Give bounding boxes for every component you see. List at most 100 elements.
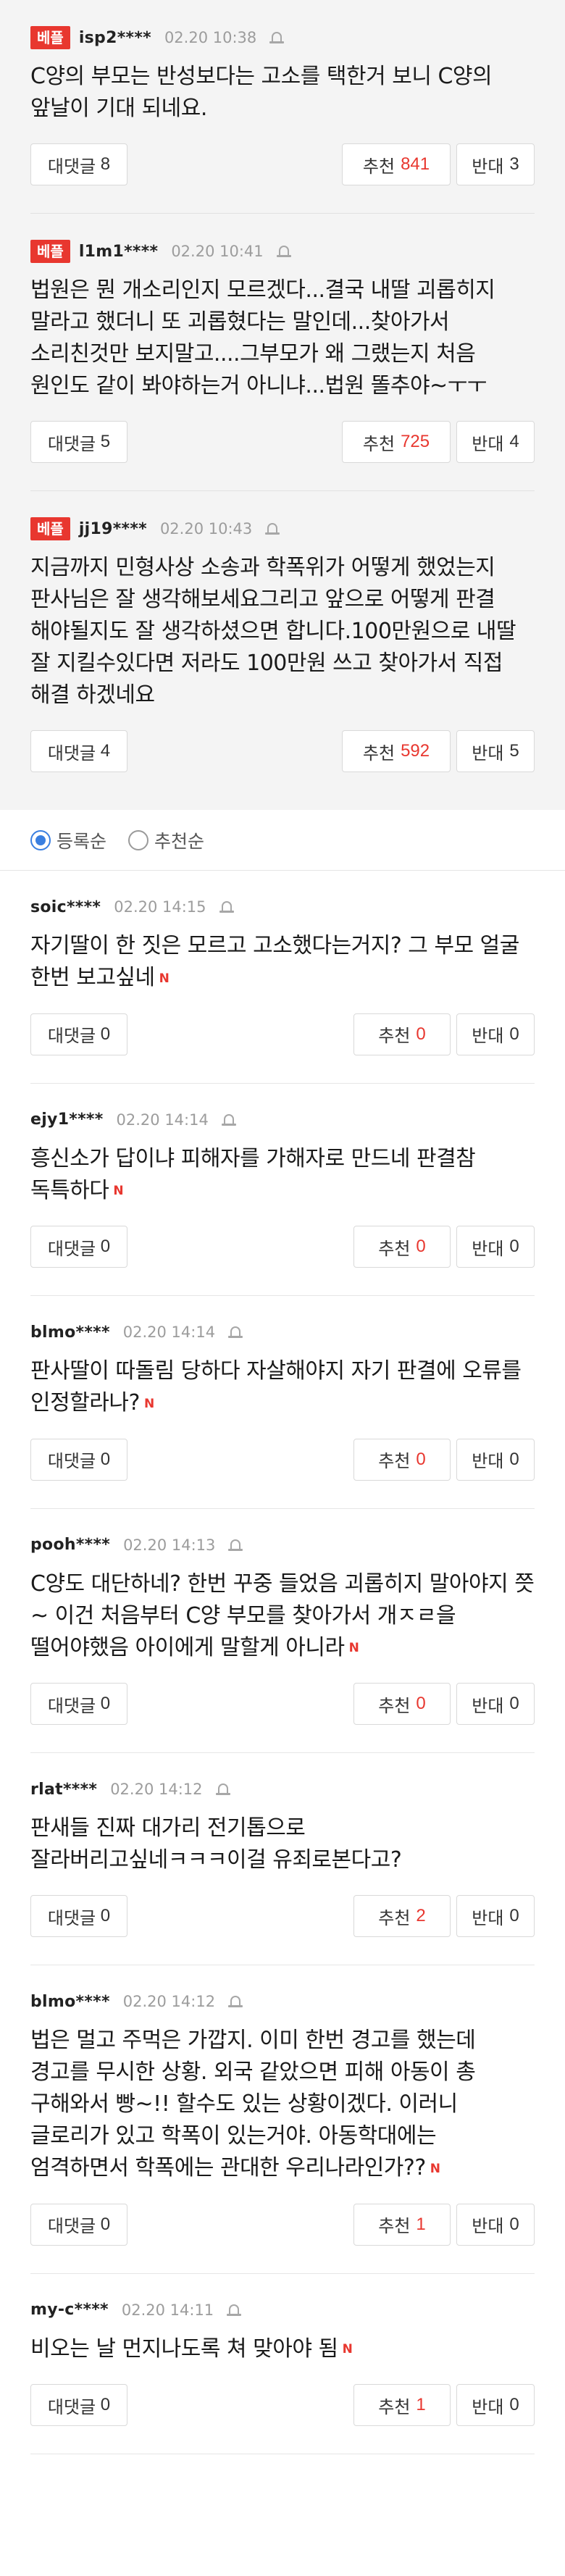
recommend-button[interactable]: 추천 2 [353,1895,451,1937]
reply-button[interactable]: 대댓글 0 [30,2384,127,2426]
comment-body: 지금까지 민형사상 소송과 학폭위가 어떻게 했었는지 판사님은 잘 생각해보세… [30,555,516,708]
comment-date: 02.20 14:11 [121,2301,214,2319]
recommend-count: 841 [401,154,430,174]
comment-meta: rlat**** 02.20 14:12 [30,1778,535,1801]
comment-author: jj19**** [78,519,147,538]
bell-icon[interactable] [265,521,280,537]
recommend-button[interactable]: 추천 592 [342,730,451,772]
comment-body: C양의 부모는 반성보다는 고소를 택한거 보니 C양의 앞날이 기대 되네요. [30,64,493,121]
vote-group: 추천 725 반대 4 [342,421,535,463]
reply-button[interactable]: 대댓글 5 [30,421,127,463]
bell-icon[interactable] [269,30,285,46]
new-badge: N [430,2161,440,2176]
oppose-button[interactable]: 반대 5 [456,730,535,772]
recommend-label: 추천 [378,1026,411,1046]
reply-button[interactable]: 대댓글 0 [30,1226,127,1268]
comment-text: 법원은 뭔 개소리인지 모르겠다...결국 내딸 괴롭히지 말라고 했더니 또 … [30,275,535,402]
recommend-button[interactable]: 추천 0 [353,1226,451,1268]
recommend-label: 추천 [362,156,396,177]
bell-icon[interactable] [215,1781,230,1797]
comment-item: rlat**** 02.20 14:12 판새들 진짜 대가리 전기톱으로 잘라… [30,1753,535,1965]
reply-button[interactable]: 대댓글 0 [30,1013,127,1055]
sort-by-recommend-option[interactable]: 추천순 [128,827,204,853]
oppose-button[interactable]: 반대 0 [456,1013,535,1055]
comment-page: 베플 isp2**** 02.20 10:38 C양의 부모는 반성보다는 고소… [0,0,565,2576]
recommend-button[interactable]: 추천 1 [353,2203,451,2246]
oppose-button[interactable]: 반대 4 [456,421,535,463]
recommend-button[interactable]: 추천 0 [353,1683,451,1725]
oppose-count: 3 [509,154,519,174]
reply-label: 대댓글 [47,156,96,177]
recommend-button[interactable]: 추천 1 [353,2384,451,2426]
recommend-label: 추천 [378,1908,411,1928]
recommend-label: 추천 [362,434,396,454]
new-badge: N [143,1396,154,1411]
comment-item: my-c**** 02.20 14:11 비오는 날 먼지나도록 쳐 맞아야 됨… [30,2274,535,2454]
oppose-button[interactable]: 반대 0 [456,1895,535,1937]
reply-count: 5 [100,432,111,451]
comment-author: isp2**** [78,28,151,47]
oppose-button[interactable]: 반대 0 [456,2384,535,2426]
reply-button[interactable]: 대댓글 0 [30,1895,127,1937]
comment-text: 판새들 진짜 대가리 전기톱으로 잘라버리고싶네ㅋㅋㅋ이걸 유죄로본다고? [30,1812,535,1876]
recommend-button[interactable]: 추천 841 [342,143,451,185]
reply-label: 대댓글 [47,2397,96,2417]
oppose-button[interactable]: 반대 0 [456,1226,535,1268]
bell-icon[interactable] [219,899,234,915]
reply-button[interactable]: 대댓글 4 [30,730,127,772]
bell-icon[interactable] [221,1112,236,1128]
sort-by-date-option[interactable]: 등록순 [30,827,106,853]
comment-body: 자기딸이 한 짓은 모르고 고소했다는거지? 그 부모 얼굴 한번 보고싶네 [30,933,519,990]
comment-actions: 대댓글 0 추천 2 반대 0 [30,1895,535,1965]
reply-label: 대댓글 [47,434,96,454]
comment-date: 02.20 14:13 [123,1536,216,1554]
reply-button[interactable]: 대댓글 0 [30,1438,127,1481]
comment-meta: blmo**** 02.20 14:14 [30,1321,535,1344]
reply-label: 대댓글 [47,2217,96,2236]
oppose-button[interactable]: 반대 0 [456,2203,535,2246]
comment-text: 흥신소가 답이냐 피해자를 가해자로 만드네 판결참 독특하다 N [30,1143,535,1208]
vote-group: 추천 592 반대 5 [342,730,535,772]
bell-icon[interactable] [276,243,291,259]
oppose-button[interactable]: 반대 0 [456,1683,535,1725]
vote-group: 추천 2 반대 0 [353,1895,535,1937]
comment-item: blmo**** 02.20 14:12 법은 멀고 주먹은 가깝지. 이미 한… [30,1965,535,2274]
bell-icon[interactable] [228,1994,243,2010]
bell-icon[interactable] [228,1537,243,1553]
reply-count: 0 [100,1694,111,1713]
comment-author: rlat**** [30,1780,98,1799]
oppose-label: 반대 [472,1452,504,1471]
recommend-button[interactable]: 추천 725 [342,421,451,463]
recommend-button[interactable]: 추천 0 [353,1438,451,1481]
reply-button[interactable]: 대댓글 0 [30,2203,127,2246]
sort-bar: 등록순 추천순 [0,810,565,871]
oppose-label: 반대 [472,2217,504,2236]
recommend-label: 추천 [378,1696,411,1716]
comment-actions: 대댓글 0 추천 0 반대 0 [30,1226,535,1295]
comment-date: 02.20 10:43 [159,520,253,538]
comment-meta: blmo**** 02.20 14:12 [30,1990,535,2013]
comment-date: 02.20 14:12 [110,1781,203,1798]
recommend-count: 0 [416,1694,426,1713]
reply-count: 4 [100,741,111,761]
recommend-button[interactable]: 추천 0 [353,1013,451,1055]
comment-date: 02.20 10:38 [164,29,257,46]
reply-button[interactable]: 대댓글 0 [30,1683,127,1725]
radio-selected-icon[interactable] [30,829,51,850]
radio-unselected-icon[interactable] [128,829,149,850]
oppose-button[interactable]: 반대 3 [456,143,535,185]
bell-icon[interactable] [228,1324,243,1340]
bell-icon[interactable] [227,2302,242,2318]
comment-text: C양의 부모는 반성보다는 고소를 택한거 보니 C양의 앞날이 기대 되네요. [30,61,535,125]
reply-count: 8 [100,154,111,174]
comment-date: 02.20 10:41 [171,243,264,260]
recommend-count: 592 [401,741,430,761]
comment-author: soic**** [30,898,101,916]
comment-text: 지금까지 민형사상 소송과 학폭위가 어떻게 했었는지 판사님은 잘 생각해보세… [30,552,535,711]
oppose-button[interactable]: 반대 0 [456,1438,535,1481]
reply-count: 0 [100,2214,111,2234]
comment-list: soic**** 02.20 14:15 자기딸이 한 짓은 모르고 고소했다는… [0,871,565,2454]
reply-button[interactable]: 대댓글 8 [30,143,127,185]
best-comment: 베플 l1m1**** 02.20 10:41 법원은 뭔 개소리인지 모르겠다… [30,214,535,491]
reply-count: 0 [100,1906,111,1925]
